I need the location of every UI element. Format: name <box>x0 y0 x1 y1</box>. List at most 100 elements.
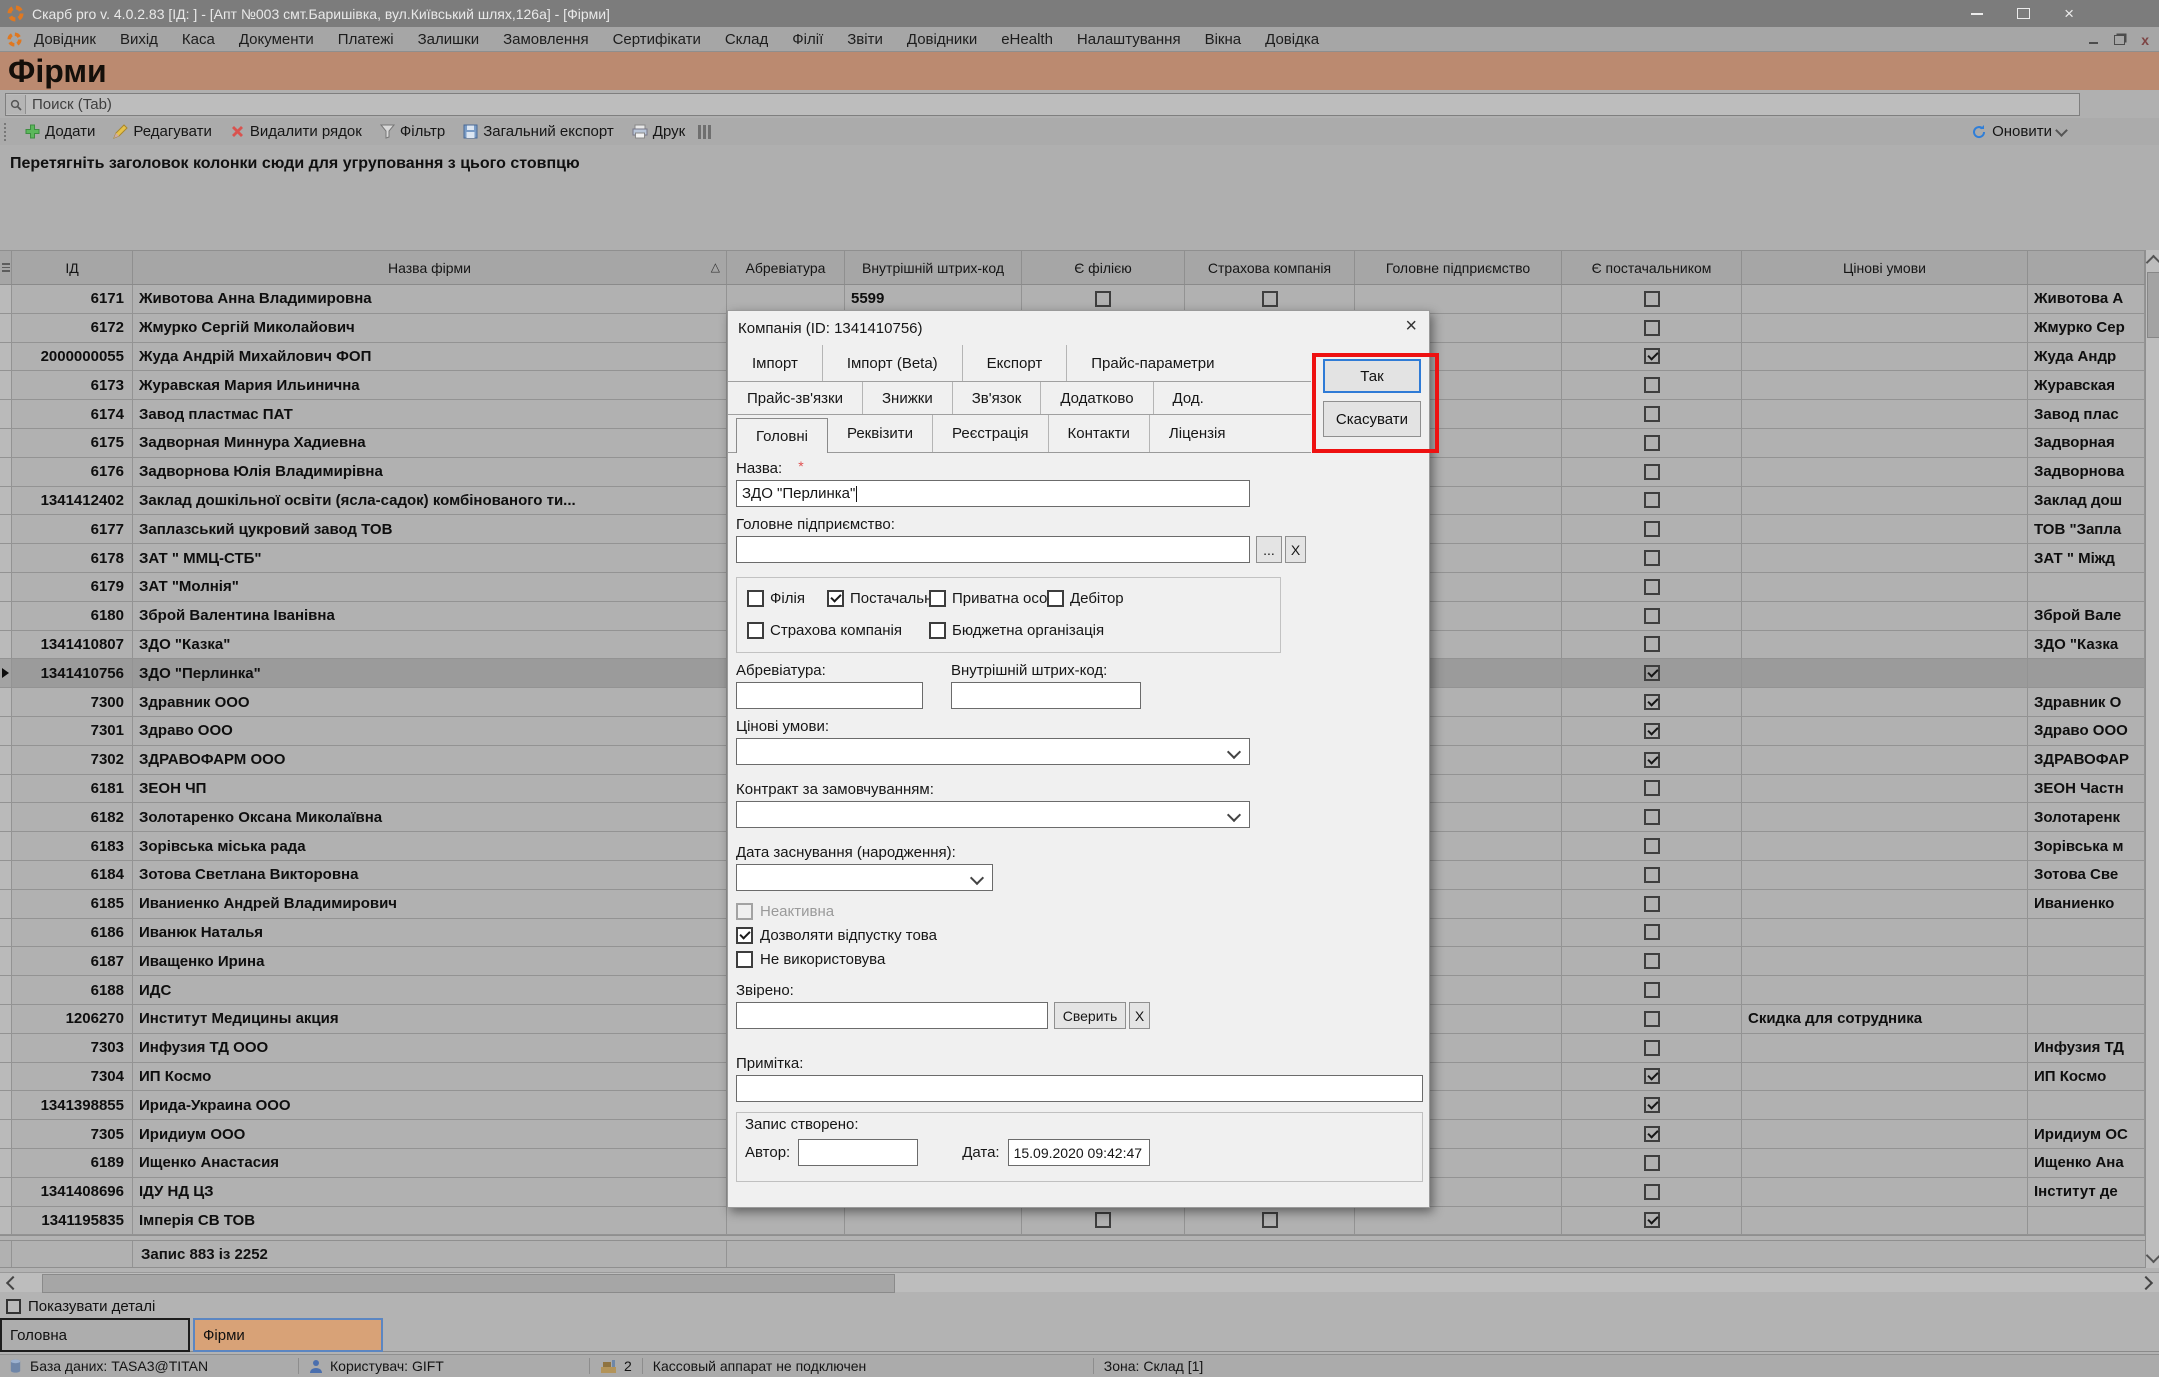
supplier-checkbox[interactable] <box>1644 550 1660 566</box>
search-input[interactable] <box>26 95 2079 114</box>
supplier-checkbox[interactable] <box>827 590 844 607</box>
restore-icon[interactable] <box>2017 8 2030 19</box>
scroll-down-icon[interactable] <box>2146 1248 2159 1264</box>
search-box[interactable] <box>5 93 2080 116</box>
menu-item-11[interactable]: Звіти <box>835 31 895 48</box>
dialog-tab-імпорт-beta-[interactable]: Імпорт (Beta) <box>822 345 962 381</box>
barcode-field[interactable] <box>951 682 1141 709</box>
menu-item-16[interactable]: Довідка <box>1253 31 1331 48</box>
column-header-10[interactable] <box>2028 251 2145 284</box>
supplier-checkbox[interactable] <box>1644 492 1660 508</box>
supplier-checkbox[interactable] <box>1644 809 1660 825</box>
menu-item-3[interactable]: Каса <box>170 31 227 48</box>
menu-item-13[interactable]: eHealth <box>989 31 1065 48</box>
column-header-1[interactable]: ІД <box>12 251 133 284</box>
founded-date-select[interactable] <box>736 864 993 891</box>
dialog-tab-прайс-зв-язки[interactable]: Прайс-зв'язки <box>728 382 862 414</box>
insurance-checkbox[interactable] <box>1262 1212 1278 1228</box>
supplier-checkbox[interactable] <box>1644 1040 1660 1056</box>
menu-item-15[interactable]: Вікна <box>1193 31 1254 48</box>
note-field[interactable] <box>736 1075 1423 1102</box>
vertical-scroll-thumb[interactable] <box>2147 272 2159 338</box>
verified-clear-button[interactable]: X <box>1129 1002 1150 1029</box>
branch-checkbox[interactable] <box>1095 1212 1111 1228</box>
supplier-checkbox[interactable] <box>1644 406 1660 422</box>
menu-item-5[interactable]: Платежі <box>326 31 406 48</box>
vertical-scrollbar[interactable] <box>2145 250 2159 1268</box>
debtor-checkbox[interactable] <box>1047 590 1064 607</box>
parent-lookup-button[interactable]: ... <box>1256 536 1282 563</box>
column-header-7[interactable]: Головне підприємство <box>1355 251 1562 284</box>
dialog-tab-головні[interactable]: Головні <box>736 418 828 453</box>
do-not-use-checkbox[interactable] <box>736 951 753 968</box>
supplier-checkbox[interactable] <box>1644 694 1660 710</box>
menu-item-7[interactable]: Замовлення <box>491 31 600 48</box>
group-by-area[interactable]: Перетягніть заголовок колонки сюди для у… <box>0 145 2159 250</box>
supplier-checkbox[interactable] <box>1644 665 1660 681</box>
menu-item-12[interactable]: Довідники <box>895 31 989 48</box>
insurance-checkbox[interactable] <box>1262 291 1278 307</box>
supplier-checkbox[interactable] <box>1644 867 1660 883</box>
supplier-checkbox[interactable] <box>1644 377 1660 393</box>
tab-firms[interactable]: Фірми <box>193 1318 383 1352</box>
dialog-tab-імпорт[interactable]: Імпорт <box>728 345 822 381</box>
tab-main[interactable]: Головна <box>0 1318 190 1352</box>
column-header-6[interactable]: Страхова компанія <box>1185 251 1355 284</box>
column-header-4[interactable]: Внутрішній штрих-код <box>845 251 1022 284</box>
price-terms-select[interactable] <box>736 738 1250 765</box>
private-person-checkbox[interactable] <box>929 590 946 607</box>
menu-item-14[interactable]: Налаштування <box>1065 31 1193 48</box>
scroll-right-icon[interactable] <box>2139 1275 2157 1291</box>
supplier-checkbox[interactable] <box>1644 752 1660 768</box>
supplier-checkbox[interactable] <box>1644 1068 1660 1084</box>
dialog-tab-контакти[interactable]: Контакти <box>1048 415 1149 452</box>
dialog-tab-додатково[interactable]: Додатково <box>1040 382 1152 414</box>
scroll-up-icon[interactable] <box>2146 255 2159 271</box>
menu-item-6[interactable]: Залишки <box>406 31 492 48</box>
supplier-checkbox[interactable] <box>1644 291 1660 307</box>
dialog-title-bar[interactable]: Компанія (ID: 1341410756) × <box>728 311 1429 345</box>
author-field[interactable] <box>798 1139 918 1166</box>
dialog-tab-дод-[interactable]: Дод. <box>1153 382 1223 414</box>
add-button[interactable]: Додати <box>16 123 104 140</box>
dialog-tab-експорт[interactable]: Експорт <box>962 345 1067 381</box>
branch-checkbox[interactable] <box>747 590 764 607</box>
column-header-8[interactable]: Є постачальником <box>1562 251 1742 284</box>
insurance-company-checkbox[interactable] <box>747 622 764 639</box>
ok-button[interactable]: Так <box>1323 359 1421 393</box>
branch-checkbox[interactable] <box>1095 291 1111 307</box>
cancel-button[interactable]: Скасувати <box>1323 401 1421 437</box>
supplier-checkbox[interactable] <box>1644 1011 1660 1027</box>
supplier-checkbox[interactable] <box>1644 521 1660 537</box>
scroll-left-icon[interactable] <box>2 1275 20 1291</box>
dialog-tab-ліцензія[interactable]: Ліцензія <box>1149 415 1245 452</box>
edit-button[interactable]: Редагувати <box>104 123 221 140</box>
name-field[interactable]: ЗДО "Перлинка" <box>736 480 1250 507</box>
supplier-checkbox[interactable] <box>1644 953 1660 969</box>
supplier-checkbox[interactable] <box>1644 579 1660 595</box>
abbr-field[interactable] <box>736 682 923 709</box>
menu-item-9[interactable]: Склад <box>713 31 780 48</box>
supplier-checkbox[interactable] <box>1644 1212 1660 1228</box>
supplier-checkbox[interactable] <box>1644 982 1660 998</box>
menu-item-10[interactable]: Філії <box>780 31 835 48</box>
mdi-close-icon[interactable]: x <box>2141 32 2149 48</box>
menu-item-1[interactable]: Довідник <box>22 31 108 48</box>
menu-item-2[interactable]: Вихід <box>108 31 170 48</box>
contract-select[interactable] <box>736 801 1250 828</box>
supplier-checkbox[interactable] <box>1644 1126 1660 1142</box>
supplier-checkbox[interactable] <box>1644 1184 1660 1200</box>
delete-row-button[interactable]: Видалити рядок <box>221 123 371 140</box>
budget-org-checkbox[interactable] <box>929 622 946 639</box>
supplier-checkbox[interactable] <box>1644 320 1660 336</box>
dialog-tab-реєстрація[interactable]: Реєстрація <box>932 415 1047 452</box>
supplier-checkbox[interactable] <box>1644 1097 1660 1113</box>
supplier-checkbox[interactable] <box>1644 435 1660 451</box>
dialog-tab-зв-язок[interactable]: Зв'язок <box>952 382 1041 414</box>
refresh-button[interactable]: Оновити <box>1962 123 2075 140</box>
print-button[interactable]: Друк <box>623 123 694 140</box>
supplier-checkbox[interactable] <box>1644 780 1660 796</box>
supplier-checkbox[interactable] <box>1644 636 1660 652</box>
supplier-checkbox[interactable] <box>1644 608 1660 624</box>
menu-item-8[interactable]: Сертифікати <box>601 31 713 48</box>
